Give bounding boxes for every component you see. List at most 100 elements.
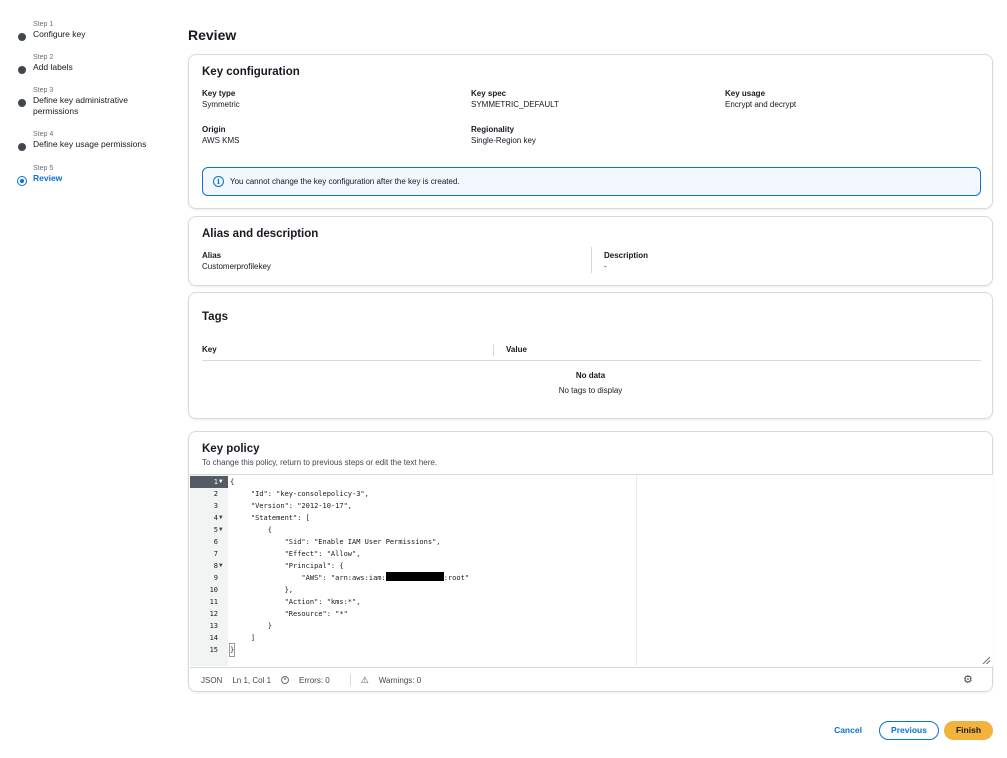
step-dot-icon xyxy=(18,33,26,41)
fold-arrow-icon[interactable]: ▼ xyxy=(219,524,223,536)
fold-arrow-icon[interactable]: ▼ xyxy=(219,560,223,572)
code-text: }, xyxy=(234,586,294,594)
key-usage-field: Key usage Encrypt and decrypt xyxy=(725,88,796,110)
step-4[interactable]: Step 4 Define key usage permissions xyxy=(18,130,178,164)
field-label: Key type xyxy=(202,89,236,98)
field-label: Description xyxy=(604,251,649,260)
column-divider xyxy=(493,344,494,356)
column-header-key: Key xyxy=(202,345,217,354)
info-icon: i xyxy=(213,176,224,187)
code-text: "Principal": { xyxy=(234,562,344,570)
step-title[interactable]: Define key usage permissions xyxy=(33,139,178,150)
step-1[interactable]: Step 1 Configure key xyxy=(18,20,178,53)
tags-card: Tags Key Value No data No tags to displa… xyxy=(188,292,993,419)
line-number: 13 xyxy=(209,622,218,630)
code-segment: "AWS": "arn:aws:iam: xyxy=(234,574,386,582)
step-2[interactable]: Step 2 Add labels xyxy=(18,53,178,86)
card-heading: Key policy xyxy=(202,443,260,455)
origin-field: Origin AWS KMS xyxy=(202,124,239,146)
code-line[interactable]: 13 } xyxy=(190,620,993,632)
line-number: 1 xyxy=(213,478,218,486)
code-line[interactable]: 2 "Id": "key-consolepolicy-3", xyxy=(190,488,993,500)
code-line[interactable]: 3 "Version": "2012-10-17", xyxy=(190,500,993,512)
step-current-icon xyxy=(17,176,27,186)
line-number: 12 xyxy=(209,610,218,618)
errors-count[interactable]: × Errors: 0 xyxy=(281,676,340,685)
alias-field: Alias Customerprofilekey xyxy=(202,250,271,272)
code-text: { xyxy=(230,478,235,486)
finish-button[interactable]: Finish xyxy=(944,721,993,740)
line-number: 11 xyxy=(209,598,218,606)
code-line[interactable]: 7 "Effect": "Allow", xyxy=(190,548,993,560)
step-number: Step 3 xyxy=(33,87,54,94)
step-number: Step 5 xyxy=(33,165,54,172)
description-field: Description - xyxy=(604,250,648,272)
step-number: Step 2 xyxy=(33,54,54,61)
cancel-button[interactable]: Cancel xyxy=(823,721,873,739)
code-line[interactable]: 11 "Action": "kms:*", xyxy=(190,596,993,608)
step-number: Step 1 xyxy=(33,21,54,28)
fold-arrow-icon[interactable]: ▼ xyxy=(219,476,223,488)
line-number: 10 xyxy=(209,586,218,594)
field-value: - xyxy=(604,262,607,271)
field-value: Symmetric xyxy=(202,100,240,109)
warnings-count[interactable]: ⚠ Warnings: 0 xyxy=(361,675,431,686)
field-value: Single-Region key xyxy=(471,136,536,145)
info-alert: i You cannot change the key configuratio… xyxy=(202,167,981,196)
field-label: Regionality xyxy=(471,125,515,134)
code-line[interactable]: 9 "AWS": "arn:aws:iam: :root" xyxy=(190,572,993,584)
field-value: SYMMETRIC_DEFAULT xyxy=(471,100,559,109)
code-line[interactable]: 14 ] xyxy=(190,632,993,644)
step-title[interactable]: Define key administrative permissions xyxy=(33,95,148,117)
policy-editor[interactable]: 1 ▼ { 2 "Id": "key-consolepolicy-3", 3 "… xyxy=(190,474,993,691)
empty-state-text: No tags to display xyxy=(558,386,623,395)
code-text: "Resource": "*" xyxy=(234,610,348,618)
field-label: Alias xyxy=(202,251,222,260)
step-dot-icon xyxy=(18,66,26,74)
gear-icon[interactable]: ⚙ xyxy=(963,674,975,686)
step-dot-icon xyxy=(18,143,26,151)
code-line[interactable]: 8 ▼ "Principal": { xyxy=(190,560,993,572)
line-number: 9 xyxy=(213,574,218,582)
line-number: 14 xyxy=(209,634,218,642)
card-subtitle: To change this policy, return to previou… xyxy=(202,458,438,467)
line-number: 8 xyxy=(213,562,218,570)
step-3[interactable]: Step 3 Define key administrative permiss… xyxy=(18,86,148,130)
code-line[interactable]: 5 ▼ { xyxy=(190,524,993,536)
errors-text: Errors: 0 xyxy=(299,675,330,685)
key-configuration-card: Key configuration Key type Symmetric Key… xyxy=(188,54,993,209)
error-icon: × xyxy=(281,676,290,684)
line-number: 4 xyxy=(213,514,218,522)
code-line[interactable]: 12 "Resource": "*" xyxy=(190,608,993,620)
field-label: Key spec xyxy=(471,89,507,98)
wizard-steps: Step 1 Configure key Step 2 Add labels S… xyxy=(17,20,178,197)
warning-icon: ⚠ xyxy=(360,674,369,685)
alias-description-card: Alias and description Alias Customerprof… xyxy=(188,216,993,286)
fold-arrow-icon[interactable]: ▼ xyxy=(219,512,223,524)
regionality-field: Regionality Single-Region key xyxy=(471,124,536,146)
code-line[interactable]: 15 } xyxy=(190,643,993,657)
alert-text: You cannot change the key configuration … xyxy=(230,177,460,186)
status-divider xyxy=(349,674,351,686)
line-number: 3 xyxy=(213,502,218,510)
code-text: "Effect": "Allow", xyxy=(234,550,361,558)
code-text: } xyxy=(234,622,272,630)
resize-handle-icon[interactable] xyxy=(982,656,990,664)
key-type-field: Key type Symmetric xyxy=(202,88,240,110)
step-title[interactable]: Add labels xyxy=(33,62,178,73)
code-line[interactable]: 4 ▼ "Statement": [ xyxy=(190,512,993,524)
code-text: "AWS": "arn:aws:iam: :root" xyxy=(234,572,469,584)
field-value: Encrypt and decrypt xyxy=(725,100,797,109)
code-line[interactable]: 10 }, xyxy=(190,584,993,596)
code-text: "Sid": "Enable IAM User Permissions", xyxy=(234,538,441,546)
step-number: Step 4 xyxy=(33,131,54,138)
code-text: ] xyxy=(234,634,256,642)
code-line[interactable]: 6 "Sid": "Enable IAM User Permissions", xyxy=(190,536,993,548)
code-segment: :root" xyxy=(443,574,470,582)
step-title[interactable]: Configure key xyxy=(33,29,178,40)
step-5: Step 5 Review xyxy=(17,164,178,197)
tags-table-header: Key Value xyxy=(202,341,981,361)
field-value: AWS KMS xyxy=(202,136,240,145)
previous-button[interactable]: Previous xyxy=(879,721,939,740)
code-line[interactable]: 1 ▼ { xyxy=(190,476,993,488)
